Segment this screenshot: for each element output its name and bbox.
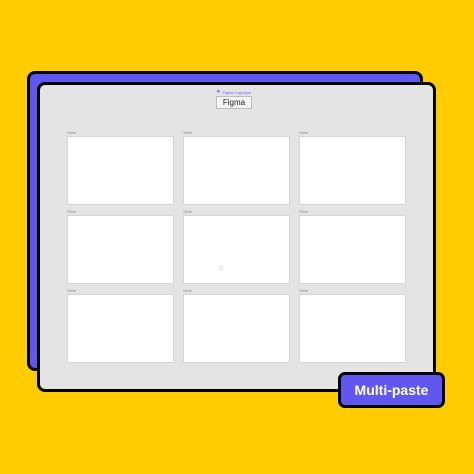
slides-grid: Slide Slide Slide Slide Slide Slide Slid… bbox=[67, 130, 406, 367]
slide-frame[interactable] bbox=[67, 215, 174, 284]
slide-frame[interactable] bbox=[67, 294, 174, 363]
slide[interactable]: Slide bbox=[299, 288, 406, 367]
figma-logotype[interactable]: Figma bbox=[216, 96, 252, 109]
slide-frame[interactable] bbox=[299, 215, 406, 284]
figma-canvas-window: ❖ Figma Logotype Figma Slide Slide Slide… bbox=[37, 82, 436, 392]
slide-label: Slide bbox=[299, 209, 308, 214]
slide-label: Slide bbox=[183, 288, 192, 293]
slide-frame[interactable] bbox=[183, 215, 290, 284]
slide[interactable]: Slide bbox=[67, 130, 174, 209]
slide-label: Slide bbox=[67, 288, 76, 293]
slide[interactable]: Slide bbox=[299, 209, 406, 288]
loading-cursor-icon: ◌ bbox=[219, 265, 224, 272]
slide-label: Slide bbox=[67, 130, 76, 135]
slide[interactable]: Slide bbox=[183, 209, 290, 288]
slide-label: Slide bbox=[67, 209, 76, 214]
multi-paste-badge: Multi-paste bbox=[338, 372, 445, 408]
slide-frame[interactable] bbox=[183, 294, 290, 363]
slide-frame[interactable] bbox=[299, 294, 406, 363]
slide-frame[interactable] bbox=[183, 136, 290, 205]
slide-label: Slide bbox=[299, 130, 308, 135]
slide-frame[interactable] bbox=[299, 136, 406, 205]
component-icon: ❖ bbox=[216, 88, 221, 95]
slide[interactable]: Slide bbox=[183, 130, 290, 209]
slide[interactable]: Slide bbox=[299, 130, 406, 209]
component-name: Figma Logotype bbox=[222, 89, 252, 95]
slide[interactable]: Slide bbox=[67, 209, 174, 288]
slide[interactable]: Slide bbox=[67, 288, 174, 367]
slide[interactable]: Slide bbox=[183, 288, 290, 367]
slide-label: Slide bbox=[183, 209, 192, 214]
slide-label: Slide bbox=[183, 130, 192, 135]
slide-label: Slide bbox=[299, 288, 308, 293]
figma-logo-component[interactable]: ❖ Figma Logotype Figma bbox=[216, 89, 252, 109]
component-label: ❖ Figma Logotype bbox=[216, 89, 251, 95]
slide-frame[interactable] bbox=[67, 136, 174, 205]
